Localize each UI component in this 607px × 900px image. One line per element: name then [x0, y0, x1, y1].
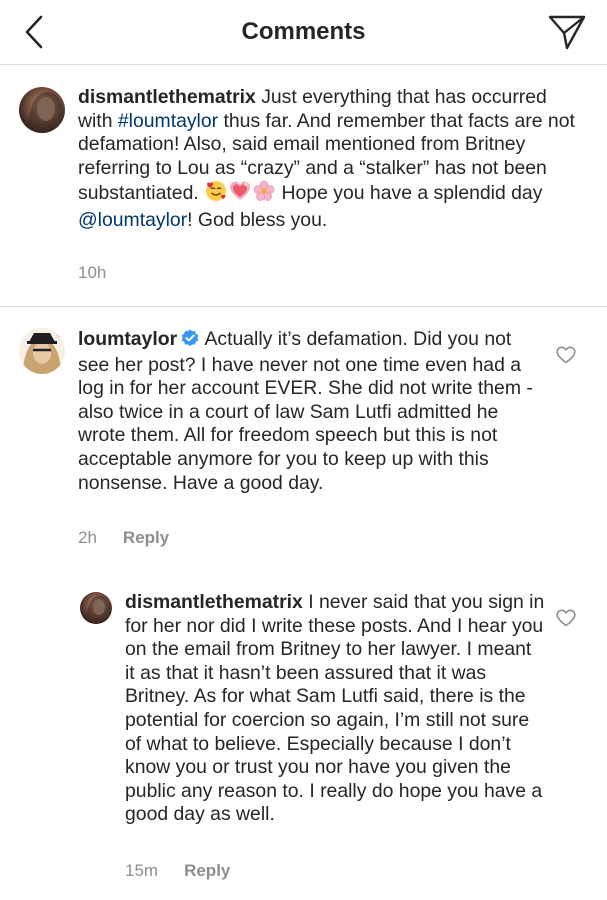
- caption-text-4: ! God bless you.: [187, 208, 328, 231]
- comment-meta: 2h Reply: [78, 528, 169, 548]
- caption-divider: [0, 306, 607, 307]
- caption-comment: dismantlethematrix Just everything that …: [0, 65, 607, 306]
- avatar-image: [19, 87, 65, 133]
- reply-button[interactable]: Reply: [184, 861, 230, 880]
- comment-timestamp: 2h: [78, 528, 97, 547]
- hashtag-link[interactable]: #loumtaylor: [118, 110, 218, 132]
- sparkling-heart-icon: [229, 180, 251, 209]
- avatar[interactable]: [19, 328, 65, 374]
- comment-body: Actually it’s defamation. Did you not se…: [78, 328, 533, 494]
- page-title: Comments: [241, 18, 366, 45]
- caption-meta: 10h: [78, 263, 106, 283]
- caption-text: dismantlethematrix Just everything that …: [78, 86, 578, 233]
- cherry-blossom-icon: [253, 180, 275, 209]
- heart-outline-icon: [556, 609, 576, 627]
- mention-link[interactable]: @loumtaylor: [78, 209, 187, 231]
- chevron-left-icon: [25, 15, 43, 49]
- smiling-face-with-hearts-icon: [205, 180, 227, 209]
- avatar[interactable]: [80, 592, 112, 624]
- header-bar: Comments: [0, 0, 607, 64]
- heart-outline-icon: [556, 346, 576, 364]
- like-button[interactable]: [555, 344, 577, 366]
- avatar-image: [80, 592, 112, 624]
- caption-username[interactable]: dismantlethematrix: [78, 86, 256, 108]
- like-button[interactable]: [555, 607, 577, 629]
- share-button[interactable]: [547, 12, 587, 52]
- comment-timestamp: 15m: [125, 861, 159, 880]
- comment-text: dismantlethematrix I never said that you…: [125, 591, 545, 827]
- comment-body: I never said that you sign in for her no…: [125, 591, 545, 826]
- back-button[interactable]: [16, 14, 52, 50]
- avatar[interactable]: [19, 87, 65, 133]
- comment-text: loumtaylor Actually it’s defamation. Did…: [78, 328, 538, 495]
- reply-button[interactable]: Reply: [123, 528, 169, 547]
- paper-plane-icon: [548, 15, 586, 50]
- avatar-image: [19, 328, 65, 374]
- comment-username[interactable]: dismantlethematrix: [125, 591, 303, 613]
- comment-username[interactable]: loumtaylor: [78, 328, 177, 350]
- caption-text-3: Hope you have a splendid day: [281, 182, 543, 205]
- comment-meta: 15m Reply: [125, 861, 230, 881]
- caption-timestamp: 10h: [78, 263, 107, 282]
- verified-badge-icon: [181, 329, 199, 354]
